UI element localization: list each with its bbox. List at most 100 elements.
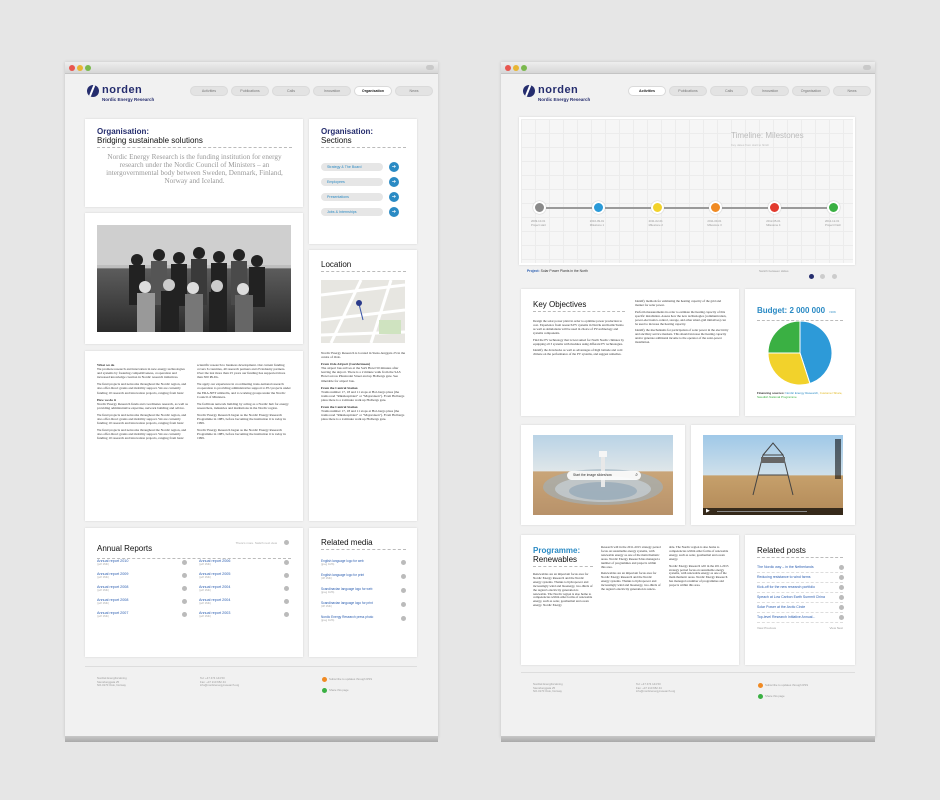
video-side-controls[interactable]	[835, 439, 841, 479]
share-link[interactable]: Share this page	[758, 694, 808, 699]
milestone-name: Milestone 4	[766, 222, 781, 227]
tab-news[interactable]: News	[833, 86, 871, 96]
tab-calls[interactable]: Calls	[272, 86, 310, 96]
report-item[interactable]: Annual report 2010 (pdf 1Mb)	[97, 559, 189, 566]
download-icon[interactable]	[182, 560, 187, 565]
plus-icon[interactable]	[839, 565, 844, 570]
section-link[interactable]: Employees ➔	[321, 177, 399, 187]
download-icon[interactable]	[182, 599, 187, 604]
slide-dot[interactable]	[820, 274, 826, 280]
tab-calls[interactable]: Calls	[710, 86, 748, 96]
post-link[interactable]: Reducing resistance to wind farms	[757, 573, 844, 583]
media-item[interactable]: English language logo for print (tiff 1Mb…	[321, 573, 406, 580]
plus-icon[interactable]	[284, 540, 289, 545]
download-icon[interactable]	[182, 573, 187, 578]
view-previous-link[interactable]: View Previous	[757, 626, 776, 630]
reports-more-link[interactable]: There's more. Switch next view	[236, 541, 277, 545]
plus-icon[interactable]	[839, 595, 844, 600]
report-item[interactable]: Annual report 2005 (pdf 1Mb)	[199, 572, 291, 579]
report-item[interactable]: Annual report 2007 (pdf 1Mb)	[97, 611, 189, 618]
maximize-dot[interactable]	[521, 65, 527, 71]
download-icon[interactable]	[401, 602, 406, 607]
logo-wordmark: norden	[538, 84, 579, 96]
arrow-right-icon[interactable]: ➔	[389, 162, 399, 172]
download-icon[interactable]	[284, 573, 289, 578]
rss-label: Subscribe to updates through RSS	[765, 683, 809, 688]
download-icon[interactable]	[401, 588, 406, 593]
maximize-dot[interactable]	[85, 65, 91, 71]
milestone-dot[interactable]	[827, 201, 840, 214]
post-link[interactable]: Kick-off for the new research portfolio	[757, 583, 844, 593]
tab-news[interactable]: News	[395, 86, 433, 96]
arrow-right-icon[interactable]: ➔	[389, 177, 399, 187]
report-item[interactable]: Annual report 2004 (pdf 1Mb)	[199, 598, 291, 605]
download-icon[interactable]	[401, 616, 406, 621]
post-link[interactable]: The Nordic way – in the Netherlands	[757, 563, 844, 573]
programme-column-2: Research will in the 2011-2015 strategy …	[601, 545, 661, 592]
paragraph: We fund projects and networks throughout…	[97, 412, 187, 426]
video-progress-bar[interactable]	[717, 511, 807, 512]
tab-activities[interactable]: Activities	[628, 86, 666, 96]
footer-email[interactable]: info@nordicenergyresearch.org	[636, 689, 675, 694]
download-icon[interactable]	[284, 612, 289, 617]
play-icon[interactable]: ▶	[706, 508, 710, 515]
tab-innovation[interactable]: Innovation	[751, 86, 789, 96]
footer-email[interactable]: info@nordicenergyresearch.org	[200, 683, 239, 688]
resize-handle[interactable]	[863, 65, 871, 70]
tab-organisation[interactable]: Organisation	[792, 86, 830, 96]
post-link[interactable]: Top-level Research Initiative Annual...	[757, 613, 844, 623]
report-item[interactable]: Annual report 2009 (pdf 1Mb)	[97, 572, 189, 579]
download-icon[interactable]	[284, 586, 289, 591]
report-item[interactable]: Annual report 2008 (pdf 1Mb)	[97, 585, 189, 592]
tab-activities[interactable]: Activities	[190, 86, 228, 96]
rss-link[interactable]: Subscribe to updates through RSS	[322, 677, 372, 682]
close-dot[interactable]	[69, 65, 75, 71]
plus-icon[interactable]	[839, 615, 844, 620]
arrow-right-icon[interactable]: ➔	[389, 192, 399, 202]
download-icon[interactable]	[401, 560, 406, 565]
milestone-dot[interactable]	[533, 201, 546, 214]
plus-icon[interactable]	[839, 575, 844, 580]
rss-link[interactable]: Subscribe to updates through RSS	[758, 683, 808, 688]
media-item[interactable]: Scandinavian language logo for web (jpeg …	[321, 587, 406, 594]
solar-field-photo[interactable]: Start the image slideshow ⌕	[533, 435, 673, 515]
report-item[interactable]: Annual report 2008 (pdf 1Mb)	[97, 598, 189, 605]
report-item[interactable]: Annual report 2006 (pdf 1Mb)	[199, 559, 291, 566]
plus-icon[interactable]	[839, 605, 844, 610]
plus-icon[interactable]	[839, 585, 844, 590]
view-next-link[interactable]: View Next	[830, 623, 843, 633]
location-map[interactable]	[321, 280, 405, 343]
milestone-dot[interactable]	[591, 201, 605, 214]
close-dot[interactable]	[505, 65, 511, 71]
tab-publications[interactable]: Publications	[669, 86, 707, 96]
tab-publications[interactable]: Publications	[231, 86, 269, 96]
download-icon[interactable]	[401, 574, 406, 579]
share-link[interactable]: Share this page	[322, 688, 372, 693]
milestone-dot[interactable]	[650, 201, 664, 214]
download-icon[interactable]	[284, 560, 289, 565]
tab-innovation[interactable]: Innovation	[313, 86, 351, 96]
arrow-right-icon[interactable]: ➔	[389, 207, 399, 217]
video-controls[interactable]: ▶	[703, 508, 843, 515]
slide-dot[interactable]	[831, 274, 837, 280]
minimize-dot[interactable]	[77, 65, 83, 71]
resize-handle[interactable]	[426, 65, 434, 70]
download-icon[interactable]	[182, 586, 187, 591]
minimize-dot[interactable]	[513, 65, 519, 71]
tab-organisation[interactable]: Organisation	[354, 86, 392, 96]
section-link[interactable]: Jobs & Internships ➔	[321, 207, 399, 217]
media-item[interactable]: Nordic Energy Research press photo (jpeg …	[321, 615, 406, 622]
slideshow-button[interactable]: Start the image slideshow ⌕	[567, 471, 641, 480]
media-item[interactable]: Scandinavian language logo for print (tif…	[321, 601, 406, 608]
section-link[interactable]: Strategy & The Board ➔	[321, 162, 399, 172]
download-icon[interactable]	[182, 612, 187, 617]
report-item[interactable]: Annual report 2003 (pdf 1Mb)	[199, 611, 291, 618]
post-link[interactable]: Solar Power at the Arctic Circle	[757, 603, 844, 613]
download-icon[interactable]	[284, 599, 289, 604]
post-link[interactable]: Speach at Low Carbon Earth Summit China	[757, 593, 844, 603]
media-item[interactable]: English language logo for web (jpeg 1Mb)	[321, 559, 406, 566]
report-item[interactable]: Annual report 2004 (pdf 1Mb)	[199, 585, 291, 592]
section-link[interactable]: Presentations ➔	[321, 192, 399, 202]
slide-dot-active[interactable]	[809, 274, 814, 280]
video-player[interactable]: ▶	[703, 435, 843, 515]
